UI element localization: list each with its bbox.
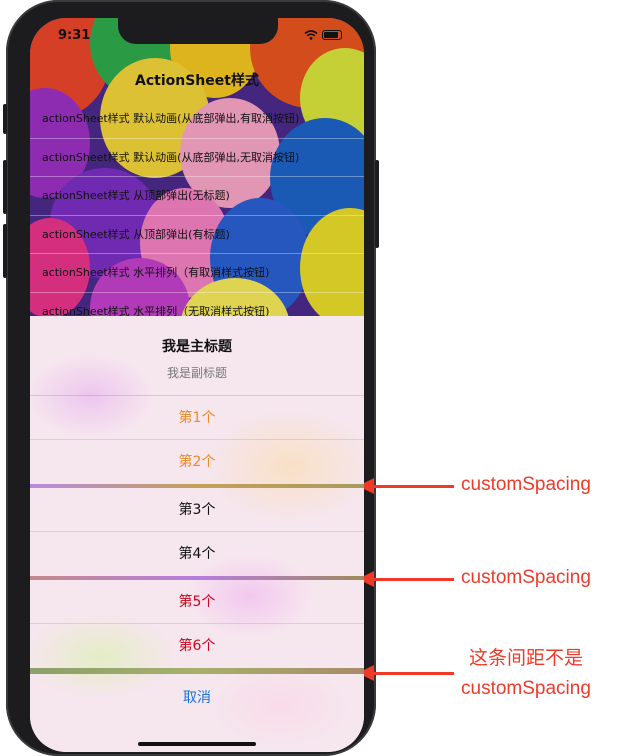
list-item[interactable]: actionSheet样式 默认动画(从底部弹出,有取消按钮) [30,100,364,139]
power-button [375,160,379,248]
list-item[interactable]: actionSheet样式 从顶部弹出(有标题) [30,216,364,254]
annotation-arrow-3 [358,665,454,681]
annotation-note-line-2: customSpacing [461,678,591,699]
cancel-button[interactable]: 取消 [30,674,364,722]
notch [118,18,278,44]
battery-icon [322,30,342,40]
action-sheet-header: 我是主标题 我是副标题 [30,316,364,396]
annotation-note: 这条间距不是 customSpacing [461,644,591,704]
action-sheet: 我是主标题 我是副标题 第1个 第2个 第3个 第4个 第5个 第6个 取消 [30,316,364,752]
annotation-arrow-2 [358,571,454,587]
action-sheet-title: 我是主标题 [162,339,232,355]
phone-screen: 9:31 ActionSheet样式 actionSheet样式 默认动画(从底… [30,18,364,752]
home-indicator [138,742,256,746]
wifi-icon [304,30,318,40]
list-item[interactable]: actionSheet样式 从顶部弹出(无标题) [30,177,364,216]
action-button-3[interactable]: 第3个 [30,488,364,532]
volume-down-button [3,224,7,278]
status-icons [304,30,342,40]
mute-switch [3,104,7,134]
action-button-5[interactable]: 第5个 [30,580,364,624]
annotation-label-2: customSpacing [461,567,591,588]
annotation-arrow-1 [358,478,454,494]
status-time: 9:31 [58,28,91,43]
annotation-note-line-1: 这条间距不是 [468,648,583,669]
action-button-2[interactable]: 第2个 [30,440,364,484]
list-item[interactable]: actionSheet样式 默认动画(从底部弹出,无取消按钮) [30,139,364,177]
demo-list: actionSheet样式 默认动画(从底部弹出,有取消按钮) actionSh… [30,100,364,331]
action-button-6[interactable]: 第6个 [30,624,364,668]
action-button-1[interactable]: 第1个 [30,396,364,440]
action-sheet-subtitle: 我是副标题 [166,366,227,380]
list-item[interactable]: actionSheet样式 水平排列（有取消样式按钮) [30,254,364,293]
annotation-label-1: customSpacing [461,474,591,495]
nav-title: ActionSheet样式 [135,73,259,89]
volume-up-button [3,160,7,214]
action-button-4[interactable]: 第4个 [30,532,364,576]
phone-frame: 9:31 ActionSheet样式 actionSheet样式 默认动画(从底… [3,0,379,756]
